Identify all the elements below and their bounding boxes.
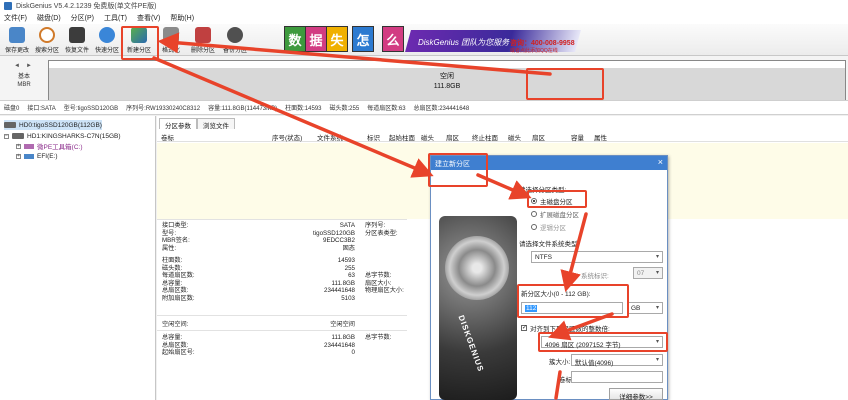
tree-item-hd0[interactable]: HD0:tigoSSD120GB(112GB) bbox=[4, 120, 102, 130]
disk-info-values: SATA tigoSSD120GB 9EDCC3B2 固态 14593 255 … bbox=[313, 222, 355, 302]
menu-bar: 文件(F) 磁盘(D) 分区(P) 工具(T) 查看(V) 帮助(H) bbox=[0, 12, 848, 24]
free-space-value: 空闲空间 bbox=[330, 321, 355, 328]
delete-partition-icon bbox=[195, 27, 211, 43]
banner-char-4[interactable]: 怎 bbox=[352, 26, 374, 52]
radio-extended-partition[interactable]: 扩展磁盘分区 bbox=[531, 209, 579, 219]
cluster-size-label: 簇大小: bbox=[549, 359, 571, 366]
banner-char-5[interactable]: 么 bbox=[382, 26, 404, 52]
recover-icon bbox=[69, 27, 85, 43]
disk-info-right-keys: 序列号: 分区表类型: 总字节数: 扇区大小: 物理扇区大小: bbox=[365, 222, 404, 294]
menu-file[interactable]: 文件(F) bbox=[4, 13, 27, 23]
annotation-box-new-partition bbox=[121, 26, 159, 60]
disk-status-line: 磁盘0 接口:SATA 型号:tigoSSD120GB 序列号:RW193302… bbox=[0, 101, 848, 115]
free-space-size: 111.8GB bbox=[433, 83, 461, 90]
partition-grid-header: 卷标 序号(状态) 文件系统 标识 起始柱面 磁头 扇区 终止柱面 磁头 扇区 … bbox=[157, 130, 848, 142]
size-unit-select[interactable]: GB ▾ bbox=[627, 302, 663, 314]
partition-icon bbox=[24, 143, 34, 149]
tab-partition-params[interactable]: 分区参数 bbox=[159, 118, 197, 130]
chevron-down-icon: ▾ bbox=[655, 357, 659, 363]
close-icon[interactable]: × bbox=[658, 157, 663, 167]
search-icon bbox=[39, 27, 55, 43]
quick-partition-icon bbox=[99, 27, 115, 43]
tree-item-efi[interactable]: + EFI(E:) bbox=[16, 151, 58, 161]
delete-partition-button[interactable]: 删除分区 bbox=[188, 26, 218, 54]
fs-type-select[interactable]: NTFS ▾ bbox=[531, 251, 663, 263]
fs-type-prompt: 请选择文件系统类型: bbox=[519, 241, 580, 248]
window-title: DiskGenius V5.4.2.1239 免费版(单文件PE版) bbox=[16, 3, 157, 10]
expand-icon[interactable]: + bbox=[16, 153, 21, 159]
radio-icon bbox=[531, 224, 537, 230]
recover-files-button[interactable]: 恢复文件 bbox=[62, 26, 92, 54]
free-space-bar[interactable]: 空闲 111.8GB bbox=[48, 60, 846, 100]
save-button[interactable]: 保存更改 bbox=[2, 26, 32, 54]
chevron-down-icon: ▾ bbox=[655, 270, 659, 276]
backup-partition-button[interactable]: 备份分区 bbox=[220, 26, 250, 54]
format-icon bbox=[163, 27, 179, 43]
partition-icon bbox=[24, 153, 34, 159]
expand-icon[interactable]: + bbox=[16, 143, 21, 149]
backup-icon bbox=[227, 27, 243, 43]
banner-char-3[interactable]: 失 bbox=[326, 26, 348, 52]
cluster-size-select[interactable]: 默认值(4096) ▾ bbox=[571, 354, 663, 367]
menu-partition[interactable]: 分区(P) bbox=[71, 13, 94, 23]
menu-view[interactable]: 查看(V) bbox=[137, 13, 160, 23]
radio-logical-partition[interactable]: 逻辑分区 bbox=[531, 222, 566, 232]
free-info-keys: 总容量: 总扇区数: 起始扇区号: bbox=[162, 334, 195, 356]
menu-help[interactable]: 帮助(H) bbox=[170, 13, 194, 23]
hard-disk-icon bbox=[12, 133, 24, 139]
volume-label-input[interactable] bbox=[571, 371, 663, 383]
system-id-label: 系统标识: bbox=[581, 273, 609, 280]
format-button[interactable]: 格式化 bbox=[156, 26, 186, 54]
annotation-box-align bbox=[538, 332, 668, 352]
prev-disk-icon[interactable]: ◄ bbox=[14, 63, 20, 69]
disk-type-label: 基本 MBR bbox=[17, 74, 31, 88]
free-info-right-keys: 总字节数: bbox=[365, 334, 392, 341]
annotation-box-free-space bbox=[526, 68, 604, 100]
free-space-title: 空闲空间: bbox=[162, 321, 189, 328]
search-partition-button[interactable]: 搜索分区 bbox=[32, 26, 62, 54]
banner-char-2[interactable]: 据 bbox=[305, 26, 327, 52]
free-info-values: 111.8GB 234441648 0 bbox=[324, 334, 355, 356]
title-bar: DiskGenius V5.4.2.1239 免费版(单文件PE版) bbox=[0, 0, 848, 12]
annotation-box-dialog-title bbox=[428, 153, 488, 187]
checkmark-icon: ✓ bbox=[521, 325, 528, 331]
menu-disk[interactable]: 磁盘(D) bbox=[37, 13, 61, 23]
hard-drive-image: DISKGENIUS bbox=[439, 216, 517, 400]
chevron-down-icon: ▾ bbox=[655, 254, 659, 260]
free-space-label: 空闲 bbox=[440, 73, 454, 80]
detail-params-button[interactable]: 详细参数>> bbox=[609, 388, 663, 400]
tree-item-hd1[interactable]: − HD1:KINGSHARKS-C7N(15GB) bbox=[4, 131, 121, 141]
menu-tools[interactable]: 工具(T) bbox=[104, 13, 127, 23]
banner-char-1[interactable]: 数 bbox=[284, 26, 306, 52]
annotation-box-primary bbox=[527, 190, 587, 208]
banner-qq-link[interactable]: 或者点此添加QQ在线 bbox=[510, 47, 558, 54]
banner-ribbon-text: DiskGenius 团队为您服务 bbox=[418, 38, 510, 47]
next-disk-icon[interactable]: ► bbox=[26, 63, 32, 69]
quick-partition-button[interactable]: 快速分区 bbox=[92, 26, 122, 54]
tab-strip: 分区参数 浏览文件 bbox=[159, 118, 235, 130]
tab-browse-files[interactable]: 浏览文件 bbox=[197, 118, 235, 130]
chevron-down-icon: ▾ bbox=[655, 305, 659, 311]
disk-info-keys: 接口类型: 型号: MBR签名: 属性: 柱面数: 磁头数: 每道扇区数: 总容… bbox=[162, 222, 195, 302]
hard-disk-icon bbox=[4, 122, 16, 128]
tree-item-pe-toolbox[interactable]: + 微PE工具箱(C:) bbox=[16, 141, 83, 151]
save-icon bbox=[9, 27, 25, 43]
system-id-select[interactable]: 07 ▾ bbox=[633, 267, 663, 279]
collapse-icon[interactable]: − bbox=[4, 133, 9, 139]
annotation-box-size bbox=[517, 284, 629, 318]
radio-icon bbox=[531, 211, 537, 217]
disk-tree: HD0:tigoSSD120GB(112GB) − HD1:KINGSHARKS… bbox=[0, 116, 156, 400]
app-icon bbox=[4, 2, 12, 10]
